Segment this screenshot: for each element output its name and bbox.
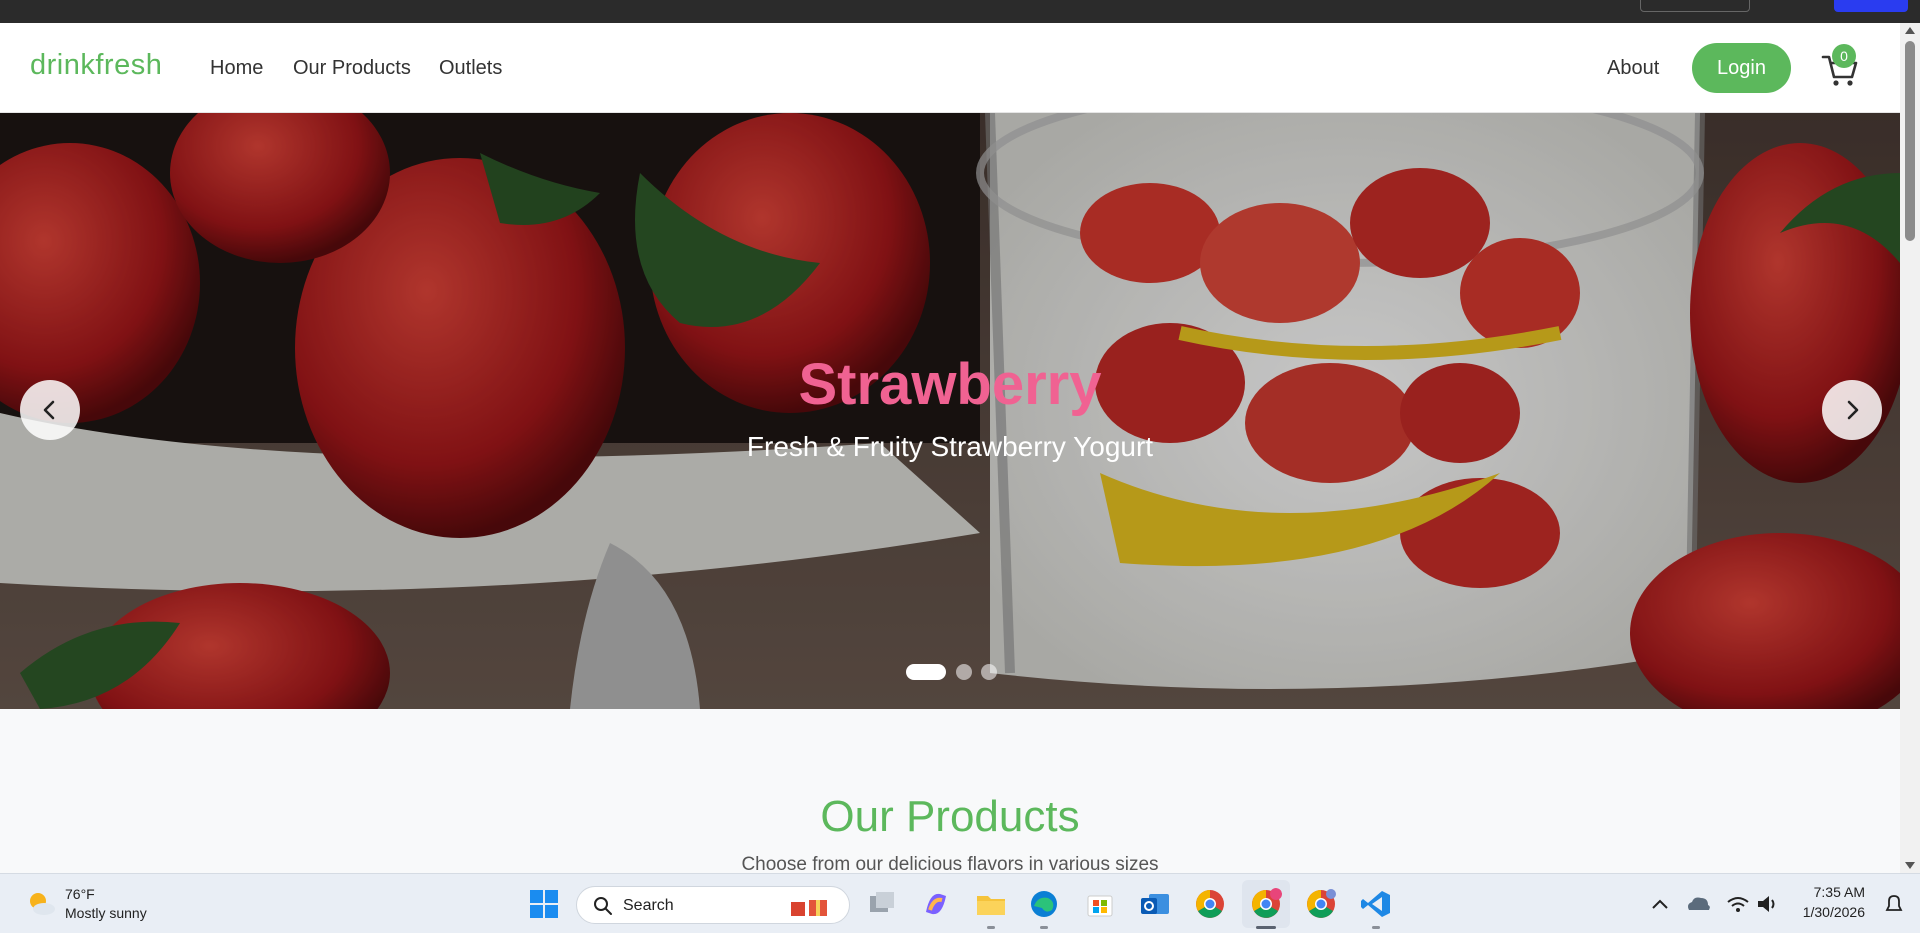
file-explorer-running-indicator (987, 926, 995, 929)
wifi-icon[interactable] (1722, 888, 1754, 920)
windows-start-icon[interactable] (528, 888, 560, 920)
edge-running-indicator (1040, 926, 1048, 929)
chevron-left-icon (43, 400, 55, 420)
file-explorer-icon[interactable] (975, 888, 1007, 920)
clock-date[interactable]: 1/30/2026 (1790, 904, 1865, 920)
windows-taskbar: 76°F Mostly sunny Search 7:35 AM 1/30/20… (0, 873, 1920, 933)
scroll-down-arrow-icon[interactable] (1905, 862, 1915, 869)
nav-our-products-link[interactable]: Our Products (293, 57, 411, 80)
nav-about-link[interactable]: About (1607, 57, 1659, 80)
carousel-indicator-1[interactable] (906, 664, 946, 680)
scrollbar-thumb[interactable] (1905, 41, 1915, 241)
scroll-up-arrow-icon[interactable] (1905, 27, 1915, 34)
page-scrollbar[interactable] (1900, 23, 1920, 873)
notification-icon[interactable] (1878, 888, 1910, 920)
chrome-second-profile-icon[interactable] (1305, 888, 1337, 920)
nav-outlets-link[interactable]: Outlets (439, 57, 502, 80)
weather-description: Mostly sunny (65, 905, 147, 921)
products-title: Our Products (820, 792, 1080, 841)
chrome-active-indicator (1256, 926, 1276, 929)
task-view-icon[interactable] (866, 888, 898, 920)
edge-browser-icon[interactable] (1028, 888, 1060, 920)
hero-subtitle: Fresh & Fruity Strawberry Yogurt (746, 431, 1154, 462)
copilot-icon[interactable] (920, 888, 952, 920)
outlook-icon[interactable] (1139, 888, 1171, 920)
browser-outline-button[interactable] (1640, 0, 1750, 12)
search-icon (594, 897, 612, 915)
partly-sunny-icon (30, 893, 55, 915)
login-button[interactable]: Login (1692, 43, 1791, 93)
browser-primary-button[interactable] (1834, 0, 1908, 12)
vscode-running-indicator (1372, 926, 1380, 929)
volume-icon[interactable] (1752, 888, 1784, 920)
carousel-prev-button[interactable] (20, 380, 80, 440)
cart-count-badge: 0 (1832, 44, 1856, 68)
weather-widget[interactable]: 76°F Mostly sunny (25, 884, 185, 924)
carousel-next-button[interactable] (1822, 380, 1882, 440)
weather-temperature: 76°F (65, 886, 95, 902)
chevron-up-icon[interactable] (1644, 888, 1676, 920)
nav-home-link[interactable]: Home (210, 57, 263, 80)
carousel-indicator-2[interactable] (956, 664, 972, 680)
web-page: drinkfresh Home Our Products Outlets Abo… (0, 23, 1900, 873)
search-placeholder: Search (623, 897, 674, 914)
browser-top-strip (0, 0, 1920, 23)
taskbar-search-box[interactable]: Search (576, 886, 850, 924)
gift-icon (791, 900, 827, 916)
vscode-icon[interactable] (1360, 888, 1392, 920)
onedrive-icon[interactable] (1682, 888, 1714, 920)
hero-carousel: Strawberry Fresh & Fruity Strawberry Yog… (0, 113, 1900, 709)
products-subtitle: Choose from our delicious flavors in var… (741, 854, 1159, 873)
hero-title: Strawberry (798, 352, 1102, 417)
clock-time[interactable]: 7:35 AM (1795, 884, 1865, 900)
chrome-profile-icon[interactable] (1250, 888, 1282, 920)
brand-logo[interactable]: drinkfresh (30, 49, 162, 82)
chrome-icon[interactable] (1194, 888, 1226, 920)
microsoft-store-icon[interactable] (1084, 888, 1116, 920)
products-section: Our Products Choose from our delicious f… (0, 709, 1900, 873)
chevron-right-icon (1847, 400, 1859, 420)
carousel-indicators (0, 664, 1900, 680)
navbar: drinkfresh Home Our Products Outlets Abo… (0, 23, 1900, 113)
carousel-indicator-3[interactable] (981, 664, 997, 680)
